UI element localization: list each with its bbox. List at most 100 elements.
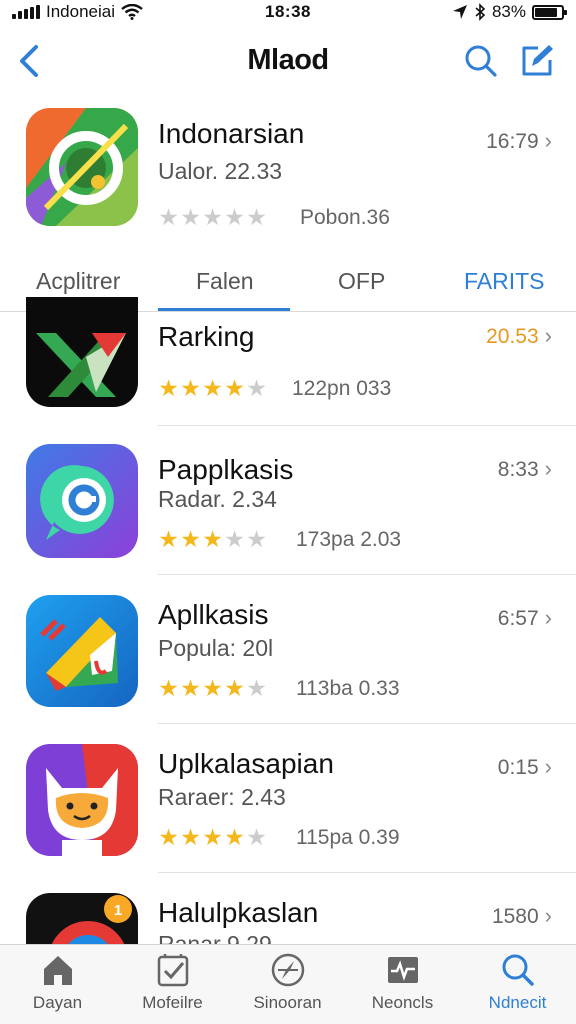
star-filled-icon: ★	[224, 375, 245, 401]
app-title: Rarking	[158, 321, 255, 352]
home-icon	[43, 956, 72, 985]
app-icon	[26, 744, 138, 856]
star-empty-icon: ★	[202, 204, 223, 230]
tabbar-label: Ndnecit	[488, 993, 547, 1012]
app-value-text: 0:15	[497, 756, 539, 779]
app-icon	[26, 108, 138, 226]
rating-stars: ★ ★ ★ ★ ★	[158, 677, 267, 700]
compass-icon	[271, 953, 304, 987]
rating-stars: ★ ★ ★ ★ ★	[158, 377, 267, 400]
star-filled-icon: ★	[180, 375, 201, 401]
star-empty-icon: ★	[224, 204, 245, 230]
star-empty-icon: ★	[246, 204, 267, 230]
rating-stars: ★ ★ ★ ★ ★	[158, 826, 267, 849]
app-meta: 122pn 033	[292, 377, 392, 400]
star-filled-icon: ★	[202, 526, 223, 552]
compose-icon	[522, 45, 553, 76]
app-subtitle: Radar. 2.34	[158, 486, 277, 512]
app-value-text: 6:57	[497, 607, 539, 630]
star-empty-icon: ★	[246, 824, 267, 850]
app-value: 8:33 ›	[498, 456, 552, 482]
chevron-right-icon: ›	[544, 605, 552, 630]
bluetooth-icon	[475, 3, 486, 21]
star-filled-icon: ★	[180, 675, 201, 701]
tabbar-label: Neoncls	[371, 993, 434, 1012]
app-icon	[26, 444, 138, 558]
chevron-right-icon: ›	[544, 128, 552, 153]
list-item[interactable]: Papplkasis Radar. 2.34 ★ ★ ★ ★ ★ 173pa 2.03 …	[0, 426, 576, 575]
compose-button[interactable]	[518, 42, 556, 80]
app-value-text: 1580	[491, 905, 539, 928]
app-meta: Pobon.36	[300, 206, 390, 229]
chevron-right-icon: ›	[544, 456, 552, 481]
battery-icon	[532, 4, 567, 20]
app-meta: 115pa 0.39	[296, 826, 400, 849]
app-title: Indonarsian	[158, 118, 305, 149]
app-value: 1580 ›	[492, 903, 552, 929]
tabbar-item-dayan[interactable]: Dayan	[0, 953, 115, 1013]
app-title: Halulpkaslan	[158, 897, 319, 928]
star-filled-icon: ★	[202, 824, 223, 850]
star-empty-icon: ★	[246, 375, 267, 401]
app-meta: 173pa 2.03	[296, 528, 402, 551]
star-filled-icon: ★	[180, 824, 201, 850]
featured-app[interactable]: Indonarsian Ualor. 22.33 ★ ★ ★ ★ ★ Pobon.36 …	[0, 100, 576, 250]
app-subtitle: Popula: 20l	[158, 635, 274, 661]
chevron-right-icon: ›	[544, 903, 552, 928]
search-button[interactable]	[462, 42, 500, 80]
tabbar-item-mofeilre[interactable]: Mofeilre	[115, 953, 230, 1013]
chevron-right-icon: ›	[544, 754, 552, 779]
search-icon	[502, 954, 534, 986]
tabbar-label: Sinooran	[253, 993, 322, 1012]
app-value: 0:15 ›	[498, 754, 552, 780]
chevron-right-icon: ›	[544, 323, 552, 348]
app-title: Papplkasis	[158, 454, 294, 485]
location-icon	[452, 5, 467, 19]
star-filled-icon: ★	[180, 526, 201, 552]
star-filled-icon: ★	[202, 375, 223, 401]
app-title: Uplkalasapian	[158, 748, 334, 779]
rating-stars: ★ ★ ★ ★ ★	[158, 528, 267, 551]
star-filled-icon: ★	[158, 526, 179, 552]
star-empty-icon: ★	[246, 526, 267, 552]
battery-fill	[535, 7, 557, 17]
app-value-text: 16:79	[486, 130, 539, 153]
star-filled-icon: ★	[158, 675, 179, 701]
svg-text:1: 1	[114, 902, 122, 919]
app-value: 16:79 ›	[486, 128, 552, 154]
tabbar-label: Dayan	[32, 993, 83, 1012]
tabbar-item-neoncls[interactable]: Neoncls	[345, 953, 460, 1013]
app-icon	[26, 297, 138, 407]
star-filled-icon: ★	[202, 675, 223, 701]
tabbar-item-ndnecit[interactable]: Ndnecit	[460, 953, 575, 1013]
star-filled-icon: ★	[158, 824, 179, 850]
app-icon	[26, 595, 138, 707]
list-item[interactable]: Apllkasis Popula: 20l ★ ★ ★ ★ ★ 113ba 0.33 6…	[0, 575, 576, 724]
star-filled-icon: ★	[158, 375, 179, 401]
battery-percent: 83%	[491, 2, 526, 21]
app-title: Apllkasis	[158, 599, 269, 630]
star-filled-icon: ★	[224, 824, 245, 850]
search-icon	[465, 45, 497, 77]
bottom-tab-bar: Dayan Mofeilre Sinooran Neoncls Ndnecit	[0, 944, 576, 1024]
list-item[interactable]: Uplkalasapian Raraer: 2.43 ★ ★ ★ ★ ★ 115pa 0…	[0, 724, 576, 873]
status-right: 83%	[452, 2, 567, 22]
rating-stars: ★ ★ ★ ★ ★	[158, 206, 267, 229]
app-subtitle: Ualor. 22.33	[158, 158, 283, 184]
tabbar-item-sinooran[interactable]: Sinooran	[230, 953, 345, 1013]
app-meta: 113ba 0.33	[296, 677, 400, 700]
nav-bar: Mlaod	[0, 30, 576, 92]
checklist-icon	[157, 954, 188, 987]
star-empty-icon: ★	[246, 675, 267, 701]
app-value: 20.53 ›	[486, 323, 552, 349]
app-value-text: 8:33	[497, 458, 539, 481]
star-filled-icon: ★	[224, 675, 245, 701]
app-subtitle: Raraer: 2.43	[158, 784, 286, 810]
activity-icon	[387, 957, 418, 983]
status-bar: Indoneiai 18:38 83%	[0, 0, 576, 26]
app-value-text: 20.53	[486, 325, 539, 348]
list-item[interactable]: Rarking ★ ★ ★ ★ ★ 122pn 033 20.53 ›	[0, 277, 576, 426]
tabbar-label: Mofeilre	[142, 993, 203, 1012]
star-empty-icon: ★	[158, 204, 179, 230]
star-empty-icon: ★	[224, 526, 245, 552]
